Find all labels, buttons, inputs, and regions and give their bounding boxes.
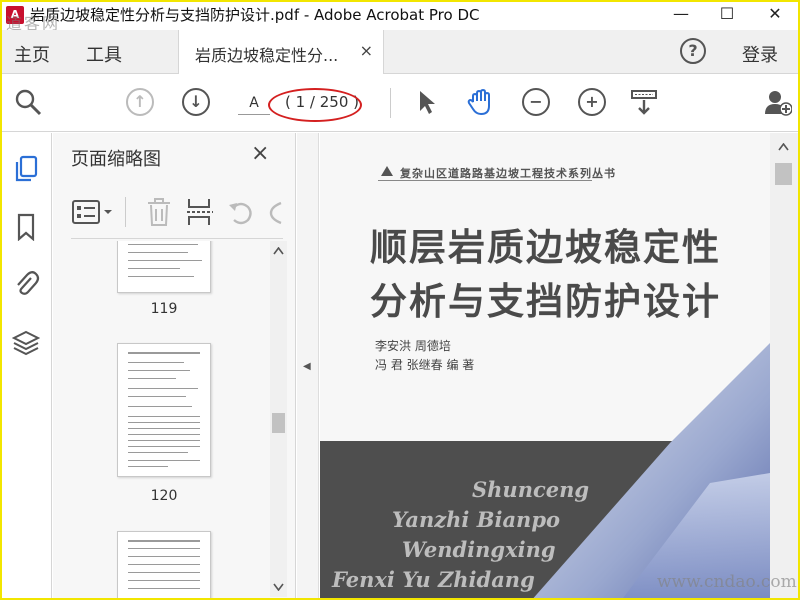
thumbnail-toolbar xyxy=(71,189,283,239)
bookmark-icon[interactable] xyxy=(12,213,40,241)
login-button[interactable]: 登录 xyxy=(742,41,778,67)
thumbnail-pane-title: 页面缩略图 xyxy=(71,149,161,170)
doc-scroll-up-icon[interactable] xyxy=(778,143,789,151)
authors-line-2: 冯 君 张继春 编 著 xyxy=(375,358,475,372)
scroll-down-icon[interactable] xyxy=(273,583,284,591)
add-user-icon[interactable] xyxy=(764,88,792,116)
left-rail xyxy=(2,133,52,598)
pinyin-line-2: Yanzhi Bianpo xyxy=(392,507,561,532)
layers-icon[interactable] xyxy=(12,329,40,357)
publisher-logo-icon xyxy=(381,166,393,176)
series-underline xyxy=(378,180,592,181)
authors-line-1: 李安洪 周德培 xyxy=(375,339,451,353)
tab-tools[interactable]: 工具 xyxy=(86,41,122,67)
zoom-out-icon[interactable]: − xyxy=(522,88,550,116)
close-pane-button[interactable]: × xyxy=(251,141,269,166)
collapse-arrow-icon: ◀ xyxy=(303,361,311,372)
thumbnail-page-number: 119 xyxy=(150,301,178,317)
page-thumbnail[interactable] xyxy=(117,531,211,598)
book-series: 复杂山区道路路基边坡工程技术系列丛书 xyxy=(400,167,616,180)
tab-document[interactable]: 岩质边坡稳定性分... × xyxy=(178,30,384,74)
minimize-button[interactable]: — xyxy=(658,2,704,30)
document-scrollbar[interactable] xyxy=(770,133,798,598)
maximize-button[interactable]: ☐ xyxy=(704,2,750,30)
tab-row: 主页 工具 岩质边坡稳定性分... × ? 登录 xyxy=(2,30,798,74)
scroll-mode-icon[interactable] xyxy=(630,88,658,116)
tab-home[interactable]: 主页 xyxy=(14,41,50,67)
thumbnail-page-number: 120 xyxy=(150,488,178,504)
title-bar: A 岩质边坡稳定性分析与支挡防护设计.pdf - Adobe Acrobat P… xyxy=(2,2,798,30)
annotation-ellipse xyxy=(268,88,362,122)
toolbar: ↑ ↓ A ( 1 / 250 ) − + xyxy=(2,74,798,132)
page-thumbnail[interactable] xyxy=(117,241,211,293)
thumbnail-options-icon[interactable] xyxy=(71,199,115,225)
attachment-icon[interactable] xyxy=(12,269,40,297)
search-zoom-icon[interactable] xyxy=(14,88,42,116)
zoom-in-icon[interactable]: + xyxy=(578,88,606,116)
pinyin-line-3: Wendingxing xyxy=(402,537,556,562)
book-title-line-2: 分析与支挡防护设计 xyxy=(370,279,721,323)
document-viewer[interactable]: 复杂山区道路路基边坡工程技术系列丛书 顺层岩质边坡稳定性 分析与支挡防护设计 李… xyxy=(320,133,798,598)
scroll-up-icon[interactable] xyxy=(273,247,284,255)
window-title: 岩质边坡稳定性分析与支挡防护设计.pdf - Adobe Acrobat Pro… xyxy=(30,6,480,24)
thumbnail-list: 119 120 xyxy=(53,241,275,598)
app-window: A 岩质边坡稳定性分析与支挡防护设计.pdf - Adobe Acrobat P… xyxy=(0,0,800,600)
close-window-button[interactable]: ✕ xyxy=(752,2,798,30)
book-title-line-1: 顺层岩质边坡稳定性 xyxy=(370,225,721,269)
thumbnail-pane: 页面缩略图 × 119 120 xyxy=(53,133,296,598)
delete-page-icon[interactable] xyxy=(145,197,173,227)
rotate-right-icon[interactable] xyxy=(267,199,283,227)
next-page-icon[interactable]: ↓ xyxy=(182,88,210,116)
extract-page-icon[interactable] xyxy=(185,197,215,227)
document-page: 复杂山区道路路基边坡工程技术系列丛书 顺层岩质边坡稳定性 分析与支挡防护设计 李… xyxy=(320,133,770,598)
watermark-site: www.cndao.com xyxy=(657,572,797,592)
toolbar-divider xyxy=(390,88,391,118)
pane-collapse-handle[interactable]: ◀ xyxy=(297,133,319,598)
thumbnail-toolbar-divider xyxy=(125,197,126,227)
page-thumbnails-icon[interactable] xyxy=(12,155,40,183)
page-number-input[interactable]: A xyxy=(238,91,270,115)
thumbnail-scrollbar[interactable] xyxy=(270,241,287,597)
hand-tool-icon[interactable] xyxy=(466,88,494,116)
document-tab-label: 岩质边坡稳定性分... xyxy=(195,46,339,65)
thumbnail-scroll-thumb[interactable] xyxy=(272,413,285,433)
select-cursor-icon[interactable] xyxy=(412,88,440,116)
help-icon[interactable]: ? xyxy=(680,38,706,64)
close-tab-button[interactable]: × xyxy=(360,41,373,60)
rotate-left-icon[interactable] xyxy=(227,199,255,227)
page-thumbnail[interactable] xyxy=(117,343,211,477)
previous-page-icon[interactable]: ↑ xyxy=(126,88,154,116)
pinyin-line-4: Fenxi Yu Zhidang xyxy=(332,567,535,592)
pinyin-line-1: Shunceng xyxy=(472,477,590,502)
document-scroll-thumb[interactable] xyxy=(775,163,792,185)
